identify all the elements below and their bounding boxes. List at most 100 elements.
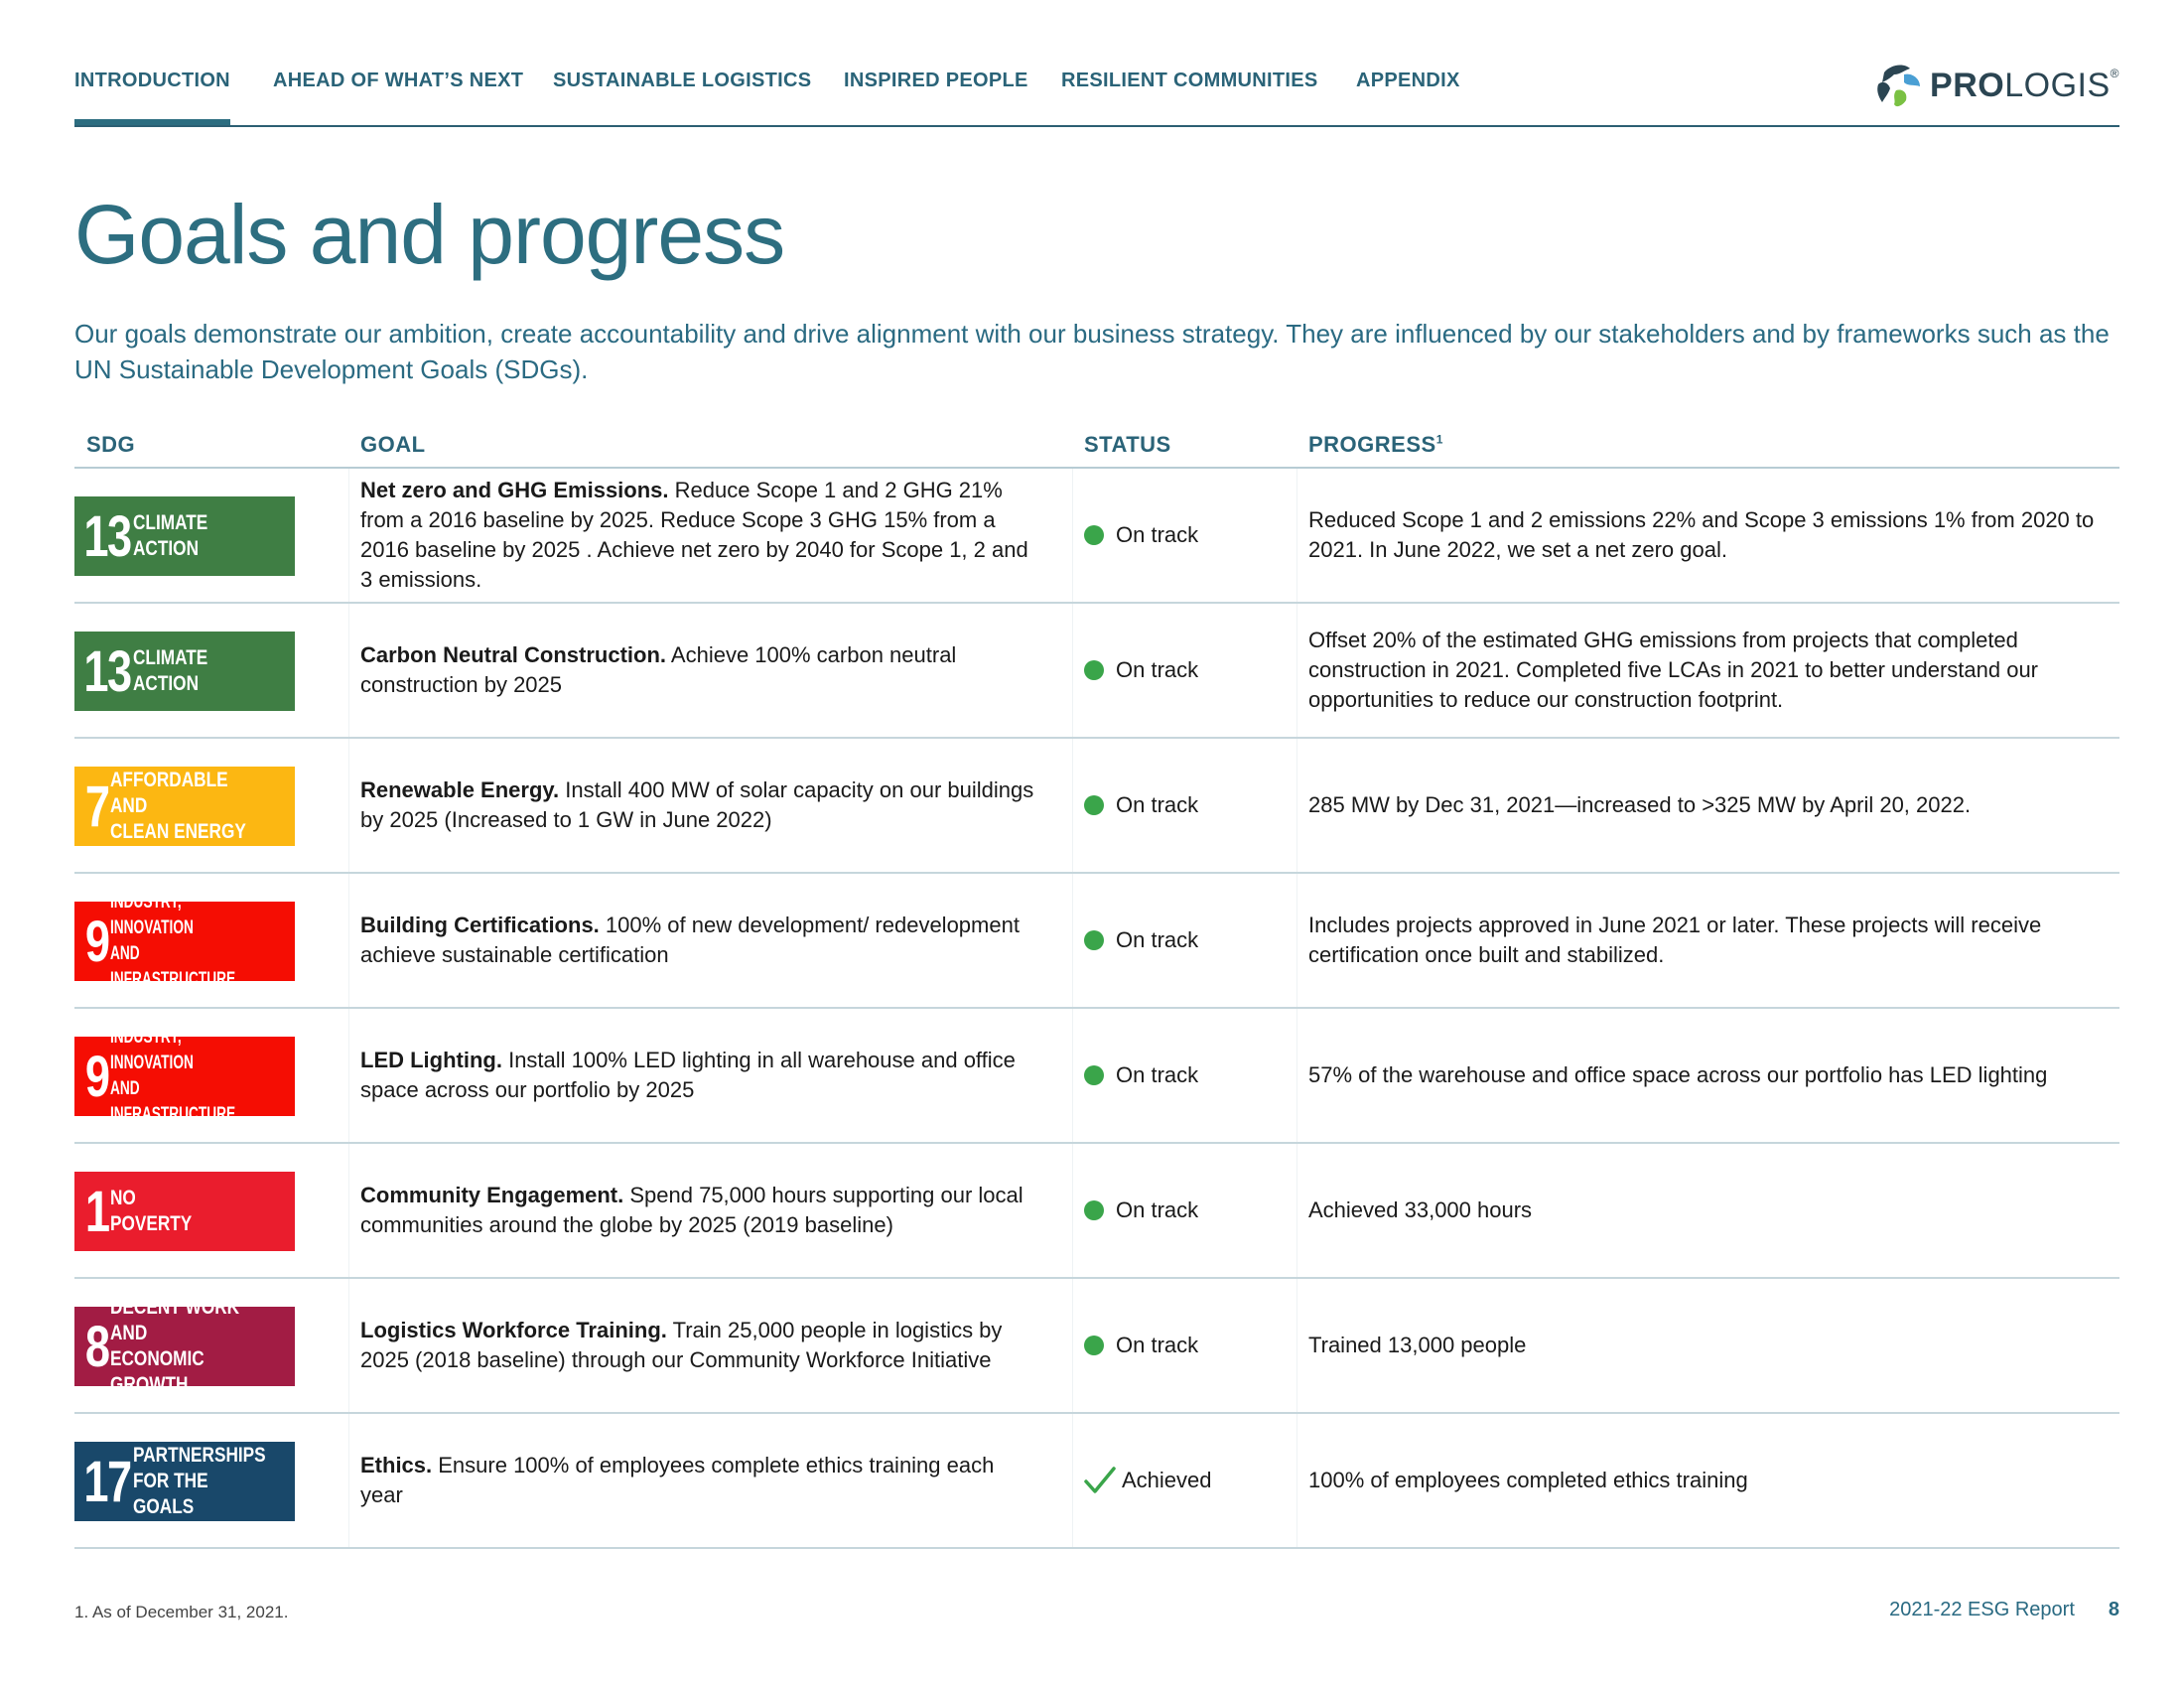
sdg-label: DECENT WORK AND ECONOMIC GROWTH <box>110 1296 240 1396</box>
progress-text: Achieved 33,000 hours <box>1308 1197 1533 1222</box>
globe-logo-icon <box>1877 64 1922 107</box>
sdg-badge: 7 AFFORDABLE AND CLEAN ENERGY <box>74 767 295 846</box>
sdg-label: INDUSTRY, INNOVATION AND INFRASTRUCTURE <box>110 892 236 990</box>
header-status: STATUS <box>1084 432 1171 457</box>
table-row: 9 INDUSTRY, INNOVATION AND INFRASTRUCTUR… <box>74 874 2119 1009</box>
nav-ahead-of-whats-next[interactable]: AHEAD OF WHAT’S NEXT <box>273 70 523 123</box>
goal-cell: Logistics Workforce Training. Train 25,0… <box>360 1279 1035 1412</box>
column-divider <box>348 469 349 602</box>
prologis-logo[interactable]: PROLOGIS® <box>1874 58 2119 113</box>
progress-cell: Reduced Scope 1 and 2 emissions 22% and … <box>1308 469 2113 602</box>
sdg-number: 1 <box>84 1179 110 1244</box>
column-divider <box>348 604 349 737</box>
progress-cell: 285 MW by Dec 31, 2021—increased to >325… <box>1308 739 2113 872</box>
column-divider <box>348 1009 349 1142</box>
sdg-number: 13 <box>83 503 132 569</box>
logo-wordmark-rest: LOGIS <box>2004 66 2111 104</box>
progress-cell: Achieved 33,000 hours <box>1308 1144 2113 1277</box>
status-green-dot-icon <box>1084 525 1104 545</box>
goal-text: Ethics. Ensure 100% of employees complet… <box>360 1451 1035 1510</box>
sdg-number: 13 <box>83 638 132 704</box>
status-cell: Achieved <box>1084 1414 1212 1547</box>
column-divider <box>348 1279 349 1412</box>
goal-text: Net zero and GHG Emissions. Reduce Scope… <box>360 476 1035 595</box>
page-title: Goals and progress <box>74 188 785 281</box>
status-cell: On track <box>1084 604 1198 737</box>
top-nav: INTRODUCTION AHEAD OF WHAT’S NEXT SUSTAI… <box>74 64 2119 127</box>
table-row: 17 PARTNERSHIPS FOR THE GOALS Ethics. En… <box>74 1414 2119 1549</box>
status-text: On track <box>1116 657 1199 682</box>
sdg-badge: 13 CLIMATE ACTION <box>74 632 295 711</box>
page-number: 8 <box>2108 1599 2119 1620</box>
column-divider <box>348 739 349 872</box>
status-text: On track <box>1116 1333 1199 1357</box>
goal-title: LED Lighting. <box>360 1048 502 1072</box>
logo-registered-mark: ® <box>2110 66 2119 80</box>
column-divider <box>348 1144 349 1277</box>
table-row: 13 CLIMATE ACTION Net zero and GHG Emiss… <box>74 469 2119 604</box>
goal-cell: LED Lighting. Install 100% LED lighting … <box>360 1009 1035 1142</box>
status-cell: On track <box>1084 874 1198 1007</box>
goal-cell: Ethics. Ensure 100% of employees complet… <box>360 1414 1035 1547</box>
sdg-badge: 9 INDUSTRY, INNOVATION AND INFRASTRUCTUR… <box>74 892 295 990</box>
nav-inspired-people[interactable]: INSPIRED PEOPLE <box>844 70 1028 123</box>
goal-title: Net zero and GHG Emissions. <box>360 478 669 502</box>
column-divider <box>1072 1009 1073 1142</box>
sdg-number: 9 <box>84 909 110 974</box>
progress-cell: Offset 20% of the estimated GHG emission… <box>1308 604 2113 737</box>
goal-text: Building Certifications. 100% of new dev… <box>360 911 1035 970</box>
goal-text: LED Lighting. Install 100% LED lighting … <box>360 1046 1035 1105</box>
header-progress: PROGRESS1 <box>1308 432 1443 458</box>
column-divider <box>1072 604 1073 737</box>
footnote-marker: 1 <box>1435 432 1443 447</box>
footnote: 1. As of December 31, 2021. <box>74 1603 289 1621</box>
status-green-dot-icon <box>1084 795 1104 815</box>
status-green-dot-icon <box>1084 930 1104 950</box>
goal-text: Logistics Workforce Training. Train 25,0… <box>360 1316 1035 1375</box>
status-cell: On track <box>1084 1279 1198 1412</box>
goal-text: Carbon Neutral Construction. Achieve 100… <box>360 640 1035 700</box>
progress-cell: Includes projects approved in June 2021 … <box>1308 874 2113 1007</box>
status-text: On track <box>1116 927 1199 952</box>
goal-title: Renewable Energy. <box>360 777 560 802</box>
sdg-label: INDUSTRY, INNOVATION AND INFRASTRUCTURE <box>110 1027 236 1125</box>
goal-cell: Renewable Energy. Install 400 MW of sola… <box>360 739 1035 872</box>
status-text: On track <box>1116 1197 1199 1222</box>
sdg-number: 17 <box>83 1449 132 1514</box>
sdg-badge: 17 PARTNERSHIPS FOR THE GOALS <box>74 1442 295 1521</box>
status-cell: On track <box>1084 739 1198 872</box>
table-row: 7 AFFORDABLE AND CLEAN ENERGY Renewable … <box>74 739 2119 874</box>
sdg-number: 8 <box>84 1314 110 1379</box>
sdg-badge: 8 DECENT WORK AND ECONOMIC GROWTH <box>74 1296 295 1396</box>
column-divider <box>1072 739 1073 872</box>
nav-sustainable-logistics[interactable]: SUSTAINABLE LOGISTICS <box>553 70 811 123</box>
header-goal: GOAL <box>360 432 426 457</box>
nav-introduction[interactable]: INTRODUCTION <box>74 70 230 125</box>
goal-title: Carbon Neutral Construction. <box>360 642 667 667</box>
sdg-number: 7 <box>84 774 110 839</box>
table-body: 13 CLIMATE ACTION Net zero and GHG Emiss… <box>74 469 2119 1549</box>
goal-cell: Building Certifications. 100% of new dev… <box>360 874 1035 1007</box>
progress-cell: 100% of employees completed ethics train… <box>1308 1414 2113 1547</box>
column-divider <box>1072 469 1073 602</box>
table-row: 8 DECENT WORK AND ECONOMIC GROWTH Logist… <box>74 1279 2119 1414</box>
goals-table: SDG GOAL STATUS PROGRESS1 13 CLIMATE ACT… <box>74 432 2119 1549</box>
report-name: 2021-22 ESG Report <box>1889 1599 2075 1620</box>
column-divider <box>1072 1414 1073 1547</box>
table-row: 1 NO POVERTY Community Engagement. Spend… <box>74 1144 2119 1279</box>
column-divider <box>1072 1144 1073 1277</box>
page: INTRODUCTION AHEAD OF WHAT’S NEXT SUSTAI… <box>74 0 2119 1688</box>
goal-description: Ensure 100% of employees complete ethics… <box>360 1453 995 1507</box>
intro-paragraph: Our goals demonstrate our ambition, crea… <box>74 319 2110 384</box>
progress-cell: 57% of the warehouse and office space ac… <box>1308 1009 2113 1142</box>
nav-appendix[interactable]: APPENDIX <box>1356 70 1460 123</box>
nav-resilient-communities[interactable]: RESILIENT COMMUNITIES <box>1061 70 1318 123</box>
goal-cell: Net zero and GHG Emissions. Reduce Scope… <box>360 469 1035 602</box>
goal-title: Community Engagement. <box>360 1183 624 1207</box>
goal-cell: Community Engagement. Spend 75,000 hours… <box>360 1144 1035 1277</box>
table-row: 9 INDUSTRY, INNOVATION AND INFRASTRUCTUR… <box>74 1009 2119 1144</box>
sdg-label: CLIMATE ACTION <box>132 646 207 695</box>
goal-text: Renewable Energy. Install 400 MW of sola… <box>360 775 1035 835</box>
column-divider <box>348 1414 349 1547</box>
goal-title: Building Certifications. <box>360 913 600 937</box>
